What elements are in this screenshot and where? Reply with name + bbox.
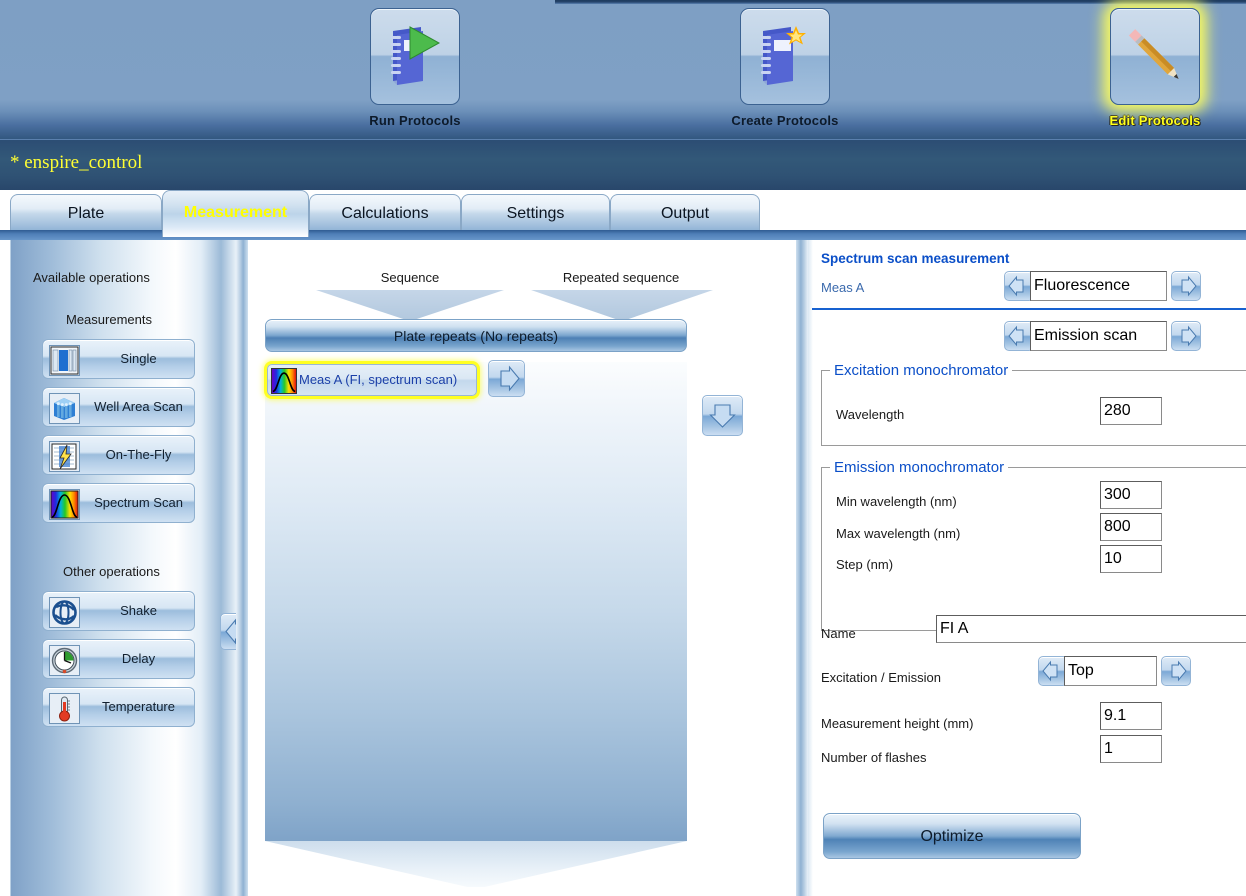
excitation-emission-next-button[interactable] <box>1161 656 1191 686</box>
excitation-emission-value[interactable]: Top <box>1064 656 1157 686</box>
operation-delay[interactable]: Delay <box>42 639 195 679</box>
operation-label: Single <box>120 351 157 366</box>
spectrum-scan-icon <box>271 368 297 394</box>
properties-divider <box>812 308 1246 310</box>
well-area-scan-icon <box>49 393 80 424</box>
sequence-column-label: Sequence <box>380 270 440 285</box>
operation-well-area-scan[interactable]: Well Area Scan <box>42 387 195 427</box>
operation-label: Shake <box>120 603 157 618</box>
repeated-sequence-funnel <box>531 290 713 320</box>
operation-label: Spectrum Scan <box>94 495 183 510</box>
scan-type-next-button[interactable] <box>1171 321 1201 351</box>
measurement-height-label: Measurement height (mm) <box>821 716 974 731</box>
step-label: Step (nm) <box>836 557 894 572</box>
sequence-step-meas-a[interactable]: Meas A (FI, spectrum scan) <box>267 364 477 396</box>
sequence-funnel <box>316 290 504 320</box>
excitation-wavelength-input[interactable]: 280 <box>1100 397 1162 425</box>
sequence-step-label: Meas A (FI, spectrum scan) <box>299 372 458 387</box>
repeated-sequence-column-label: Repeated sequence <box>562 270 680 285</box>
tab-calculations[interactable]: Calculations <box>309 194 461 231</box>
operation-shake[interactable]: Shake <box>42 591 195 631</box>
book-star-icon <box>740 8 830 105</box>
technology-next-button[interactable] <box>1171 271 1201 301</box>
max-wavelength-input[interactable]: 800 <box>1100 513 1162 541</box>
thermometer-icon <box>49 693 80 724</box>
single-well-icon <box>49 345 80 376</box>
properties-title: Spectrum scan measurement <box>821 251 1010 266</box>
operation-label: Temperature <box>102 699 175 714</box>
excitation-monochromator-group: Excitation monochromator <box>821 362 1246 446</box>
sequence-panel: Sequence Repeated sequence Plate repeats… <box>236 240 808 896</box>
name-input[interactable]: FI A <box>936 615 1246 643</box>
on-the-fly-icon <box>49 441 80 472</box>
emission-monochromator-legend: Emission monochromator <box>834 459 1005 476</box>
available-operations-panel: Available operations Measurements Single <box>10 240 261 896</box>
toolbar-top-divider <box>555 0 1246 4</box>
technology-value[interactable]: Fluorescence <box>1030 271 1167 301</box>
operation-label: Delay <box>121 651 156 666</box>
excitation-wavelength-label: Wavelength <box>836 407 905 422</box>
sequence-body-funnel <box>265 841 687 887</box>
main-content: Available operations Measurements Single <box>0 240 1246 896</box>
measurement-properties-panel: Spectrum scan measurement Meas A Fluores… <box>808 240 1246 896</box>
book-play-icon <box>370 8 460 105</box>
max-wavelength-label: Max wavelength (nm) <box>836 526 961 541</box>
min-wavelength-input[interactable]: 300 <box>1100 481 1162 509</box>
protocol-name: * enspire_control <box>10 152 143 173</box>
excitation-monochromator-legend: Excitation monochromator <box>834 362 1009 379</box>
operation-temperature[interactable]: Temperature <box>42 687 195 727</box>
tab-plate[interactable]: Plate <box>10 194 162 231</box>
toolbar-button-run-protocols[interactable]: Run Protocols <box>340 8 490 128</box>
operation-label: Well Area Scan <box>94 399 183 414</box>
move-step-down-button[interactable] <box>702 395 743 436</box>
name-label: Name <box>821 626 856 641</box>
operation-spectrum-scan[interactable]: Spectrum Scan <box>42 483 195 523</box>
panel-left-rail <box>236 240 248 896</box>
top-toolbar: Run Protocols Create Protocols Edit Prot… <box>0 0 1246 139</box>
min-wavelength-label: Min wavelength (nm) <box>836 494 957 509</box>
operation-single[interactable]: Single <box>42 339 195 379</box>
sequence-body[interactable] <box>265 362 687 841</box>
toolbar-label: Edit Protocols <box>1109 113 1201 128</box>
number-of-flashes-label: Number of flashes <box>821 750 927 765</box>
operation-on-the-fly[interactable]: On-The-Fly <box>42 435 195 475</box>
step-input[interactable]: 10 <box>1100 545 1162 573</box>
excitation-emission-selector[interactable]: Top <box>1038 656 1198 686</box>
available-operations-title: Available operations <box>33 270 150 285</box>
tab-output[interactable]: Output <box>610 194 760 231</box>
toolbar-button-create-protocols[interactable]: Create Protocols <box>710 8 860 128</box>
spectrum-scan-icon <box>49 489 80 520</box>
protocol-title-bar: * enspire_control <box>0 139 1246 191</box>
scan-type-selector[interactable]: Emission scan <box>1004 321 1201 351</box>
panel-right-rail <box>796 240 808 896</box>
tab-measurement[interactable]: Measurement <box>162 190 309 237</box>
plate-repeats-bar[interactable]: Plate repeats (No repeats) <box>265 319 687 352</box>
technology-selector[interactable]: Fluorescence <box>1004 271 1201 301</box>
measurement-height-input[interactable]: 9.1 <box>1100 702 1162 730</box>
measurements-group-label: Measurements <box>66 312 152 327</box>
properties-meas-caption: Meas A <box>821 280 865 295</box>
scan-type-value[interactable]: Emission scan <box>1030 321 1167 351</box>
toolbar-label: Run Protocols <box>369 113 461 128</box>
other-operations-group-label: Other operations <box>63 564 160 579</box>
toolbar-button-edit-protocols[interactable]: Edit Protocols <box>1080 8 1230 128</box>
operation-label: On-The-Fly <box>105 447 172 462</box>
properties-left-rail <box>808 240 813 896</box>
toolbar-label: Create Protocols <box>731 113 839 128</box>
application-window: Run Protocols Create Protocols Edit Prot… <box>0 0 1246 896</box>
pencil-icon <box>1110 8 1200 105</box>
clock-icon <box>49 645 80 676</box>
number-of-flashes-input[interactable]: 1 <box>1100 735 1162 763</box>
shake-icon <box>49 597 80 628</box>
move-operation-right-button[interactable] <box>488 360 525 397</box>
tab-settings[interactable]: Settings <box>461 194 610 231</box>
optimize-button[interactable]: Optimize <box>823 813 1081 859</box>
excitation-emission-label: Excitation / Emission <box>821 670 941 685</box>
emission-monochromator-group: Emission monochromator <box>821 459 1246 631</box>
